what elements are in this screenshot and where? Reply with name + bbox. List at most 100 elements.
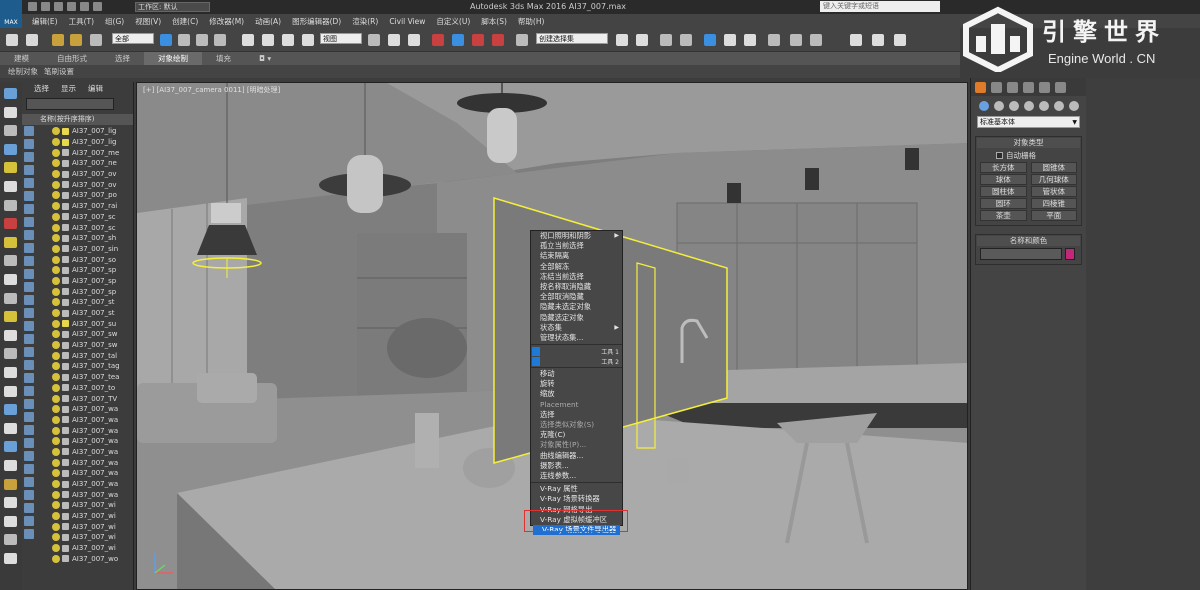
menu-item[interactable]: Civil View	[389, 17, 425, 26]
visibility-bulb-icon[interactable]	[52, 554, 60, 563]
scene-object-row[interactable]: AI37_007_sc	[22, 222, 134, 233]
unlink-icon[interactable]	[70, 34, 82, 46]
scene-object-row[interactable]: AI37_007_wo	[22, 554, 134, 565]
scene-object-row[interactable]: AI37_007_st	[22, 308, 134, 319]
visibility-bulb-icon[interactable]	[52, 298, 60, 307]
visibility-bulb-icon[interactable]	[52, 405, 60, 414]
utilities-tab-icon[interactable]	[1055, 81, 1066, 93]
context-menu-item[interactable]: 旋转	[531, 379, 622, 389]
object-type-button[interactable]: 茶壶	[980, 210, 1027, 221]
lights-category-icon[interactable]	[1009, 101, 1019, 111]
autogrid-checkbox-row[interactable]: 自动栅格	[980, 150, 1077, 160]
context-menu-item[interactable]: 移动	[531, 369, 622, 379]
teapot-icon[interactable]	[4, 106, 17, 118]
modify-tab-icon[interactable]	[991, 81, 1002, 93]
render-iterative-icon[interactable]	[872, 34, 884, 46]
render-icon[interactable]	[4, 125, 17, 137]
rotate-icon[interactable]	[262, 34, 274, 46]
scene-object-row[interactable]: AI37_007_ov	[22, 179, 134, 190]
scene-object-row[interactable]: AI37_007_rai	[22, 201, 134, 212]
object-type-title[interactable]: 对象类型	[977, 138, 1080, 148]
scene-object-row[interactable]: AI37_007_sp	[22, 265, 134, 276]
scene-object-row[interactable]: AI37_007_sin	[22, 244, 134, 255]
open-file-icon[interactable]	[41, 2, 50, 11]
scene-object-row[interactable]: AI37_007_sp	[22, 286, 134, 297]
grid-icon[interactable]	[4, 143, 17, 155]
save-file-icon[interactable]	[54, 2, 63, 11]
context-menu-item[interactable]: 管理状态集...	[531, 333, 622, 343]
visibility-bulb-icon[interactable]	[52, 469, 60, 478]
visibility-bulb-icon[interactable]	[52, 458, 60, 467]
visibility-bulb-icon[interactable]	[52, 127, 60, 136]
visibility-bulb-icon[interactable]	[52, 276, 60, 285]
visibility-bulb-icon[interactable]	[52, 180, 60, 189]
menu-item[interactable]: 工具(T)	[69, 16, 94, 27]
visibility-bulb-icon[interactable]	[52, 202, 60, 211]
visibility-bulb-icon[interactable]	[52, 522, 60, 531]
visibility-bulb-icon[interactable]	[52, 330, 60, 339]
context-menu-item[interactable]: 曲线编辑器...	[531, 451, 622, 461]
visibility-bulb-icon[interactable]	[52, 255, 60, 264]
redo-icon[interactable]	[80, 2, 89, 11]
name-color-title[interactable]: 名称和颜色	[977, 236, 1080, 246]
scene-object-row[interactable]: AI37_007_wi	[22, 500, 134, 511]
ribbon-subtab[interactable]: 笔刷设置	[44, 66, 74, 77]
undo-icon[interactable]	[67, 2, 76, 11]
visibility-bulb-icon[interactable]	[52, 501, 60, 510]
menu-item[interactable]: 组(G)	[105, 16, 124, 27]
autogrid-checkbox[interactable]	[996, 151, 1003, 159]
sphere-icon[interactable]	[4, 497, 17, 509]
context-menu-item[interactable]: 视口照明和阴影 ▶	[531, 231, 622, 241]
layer-explorer-icon[interactable]	[680, 34, 692, 46]
cameras-category-icon[interactable]	[1024, 101, 1034, 111]
display-tab-icon[interactable]	[1039, 81, 1050, 93]
object-type-button[interactable]: 平面	[1030, 210, 1077, 221]
visibility-bulb-icon[interactable]	[52, 319, 60, 328]
scene-object-row[interactable]: AI37_007_wa	[22, 436, 134, 447]
mirror-icon[interactable]	[616, 34, 628, 46]
scene-object-row[interactable]: AI37_007_wa	[22, 447, 134, 458]
explorer-menu-edit[interactable]: 编辑	[88, 83, 103, 94]
scene-object-row[interactable]: AI37_007_tea	[22, 372, 134, 383]
helpers-category-icon[interactable]	[1039, 101, 1049, 111]
edit-named-selection-icon[interactable]	[516, 34, 528, 46]
visibility-bulb-icon[interactable]	[52, 148, 60, 157]
systems-category-icon[interactable]	[1069, 101, 1079, 111]
scene-object-row[interactable]: AI37_007_ov	[22, 169, 134, 180]
render-setup-icon[interactable]	[790, 34, 802, 46]
menu-item[interactable]: 动画(A)	[255, 16, 281, 27]
context-menu-item[interactable]: 结束隔离	[531, 251, 622, 261]
context-menu-item[interactable]: Placement	[531, 400, 622, 410]
visibility-bulb-icon[interactable]	[52, 266, 60, 275]
scene-object-row[interactable]: AI37_007_sp	[22, 276, 134, 287]
reference-coordinate-dropdown[interactable]: 视图	[320, 33, 362, 44]
visibility-bulb-icon[interactable]	[52, 490, 60, 499]
torus-icon[interactable]	[4, 329, 17, 341]
context-menu-item[interactable]: 选择	[531, 410, 622, 420]
object-type-button[interactable]: 圆锥体	[1030, 162, 1077, 173]
visibility-bulb-icon[interactable]	[52, 383, 60, 392]
visibility-bulb-icon[interactable]	[52, 138, 60, 147]
camera-viewport[interactable]: [+] [AI37_007_camera 0011] [明暗处理] 视口照明和阴…	[136, 82, 968, 590]
visibility-bulb-icon[interactable]	[52, 480, 60, 489]
keyboard-shortcut-icon[interactable]	[408, 34, 420, 46]
menu-item[interactable]: 自定义(U)	[436, 16, 470, 27]
plane-icon[interactable]	[4, 292, 17, 304]
visibility-bulb-icon[interactable]	[52, 191, 60, 200]
visibility-bulb-icon[interactable]	[52, 533, 60, 542]
context-menu-item[interactable]: 摄影表...	[531, 461, 622, 471]
visibility-bulb-icon[interactable]	[52, 287, 60, 296]
scene-object-row[interactable]: AI37_007_wi	[22, 543, 134, 554]
menu-item[interactable]: 帮助(H)	[518, 16, 545, 27]
sphere-icon[interactable]	[4, 274, 17, 285]
scene-object-row[interactable]: AI37_007_sw	[22, 340, 134, 351]
context-menu-item[interactable]: 按名称取消隐藏	[531, 282, 622, 292]
render-production-icon[interactable]	[850, 34, 862, 46]
visibility-bulb-icon[interactable]	[52, 362, 60, 371]
undo-icon[interactable]	[6, 34, 18, 46]
context-menu-item[interactable]: 全部解冻	[531, 262, 622, 272]
box-icon[interactable]	[4, 199, 17, 211]
context-menu-item[interactable]: 克隆(C)	[531, 430, 622, 440]
ribbon-tab[interactable]: 自由形式	[43, 52, 101, 65]
rendered-frame-window-icon[interactable]	[810, 34, 822, 46]
